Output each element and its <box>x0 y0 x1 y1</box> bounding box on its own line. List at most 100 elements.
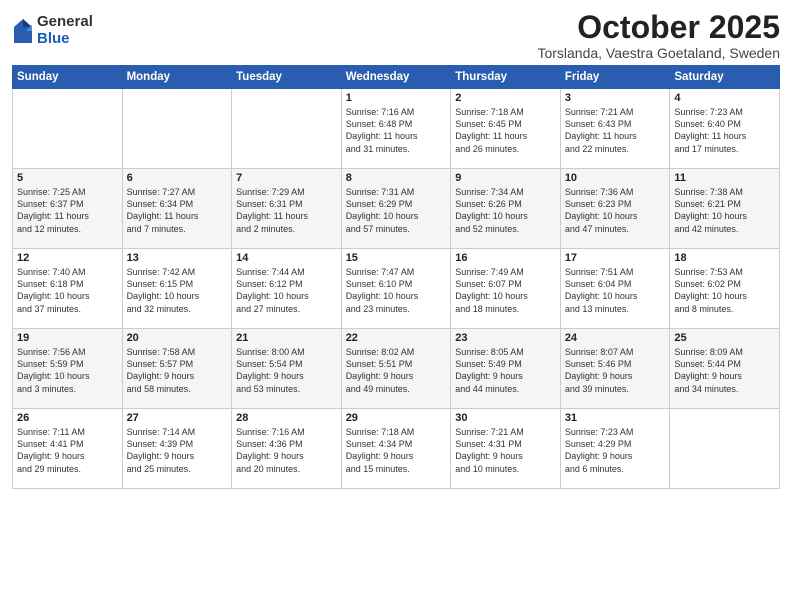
logo: General Blue <box>12 14 93 47</box>
day-info: Sunrise: 7:31 AM Sunset: 6:29 PM Dayligh… <box>346 186 447 235</box>
day-info: Sunrise: 7:11 AM Sunset: 4:41 PM Dayligh… <box>17 426 118 475</box>
day-info: Sunrise: 7:47 AM Sunset: 6:10 PM Dayligh… <box>346 266 447 315</box>
day-number: 4 <box>674 92 775 104</box>
day-info: Sunrise: 8:00 AM Sunset: 5:54 PM Dayligh… <box>236 346 337 395</box>
col-sunday: Sunday <box>13 66 123 89</box>
day-info: Sunrise: 7:51 AM Sunset: 6:04 PM Dayligh… <box>565 266 666 315</box>
calendar-cell: 13 Sunrise: 7:42 AM Sunset: 6:15 PM Dayli… <box>122 249 232 329</box>
day-number: 14 <box>236 252 337 264</box>
day-number: 22 <box>346 332 447 344</box>
calendar-cell: 21 Sunrise: 8:00 AM Sunset: 5:54 PM Dayli… <box>232 329 342 409</box>
day-number: 7 <box>236 172 337 184</box>
calendar-cell: 11 Sunrise: 7:38 AM Sunset: 6:21 PM Dayli… <box>670 169 780 249</box>
calendar-body: 1 Sunrise: 7:16 AM Sunset: 6:48 PM Daylig… <box>13 89 780 489</box>
day-info: Sunrise: 7:21 AM Sunset: 6:43 PM Dayligh… <box>565 106 666 155</box>
day-info: Sunrise: 7:44 AM Sunset: 6:12 PM Dayligh… <box>236 266 337 315</box>
calendar-cell: 6Sunrise: 7:27 AM Sunset: 6:34 PM Daylig… <box>122 169 232 249</box>
day-number: 21 <box>236 332 337 344</box>
calendar-cell: 7 Sunrise: 7:29 AM Sunset: 6:31 PM Daylig… <box>232 169 342 249</box>
day-info: Sunrise: 8:07 AM Sunset: 5:46 PM Dayligh… <box>565 346 666 395</box>
calendar-cell: 8Sunrise: 7:31 AM Sunset: 6:29 PM Daylig… <box>341 169 451 249</box>
calendar-week-1: 1 Sunrise: 7:16 AM Sunset: 6:48 PM Daylig… <box>13 89 780 169</box>
calendar-cell <box>122 89 232 169</box>
calendar-cell: 27Sunrise: 7:14 AM Sunset: 4:39 PM Dayli… <box>122 409 232 489</box>
day-number: 5 <box>17 172 118 184</box>
day-number: 1 <box>346 92 447 104</box>
calendar-header: Sunday Monday Tuesday Wednesday Thursday… <box>13 66 780 89</box>
calendar-cell: 16 Sunrise: 7:49 AM Sunset: 6:07 PM Dayli… <box>451 249 561 329</box>
day-info: Sunrise: 7:16 AM Sunset: 4:36 PM Dayligh… <box>236 426 337 475</box>
day-number: 9 <box>455 172 556 184</box>
calendar-week-5: 26Sunrise: 7:11 AM Sunset: 4:41 PM Dayli… <box>13 409 780 489</box>
days-of-week-row: Sunday Monday Tuesday Wednesday Thursday… <box>13 66 780 89</box>
calendar-cell: 15Sunrise: 7:47 AM Sunset: 6:10 PM Dayli… <box>341 249 451 329</box>
calendar-cell: 2 Sunrise: 7:18 AM Sunset: 6:45 PM Daylig… <box>451 89 561 169</box>
day-number: 18 <box>674 252 775 264</box>
day-number: 16 <box>455 252 556 264</box>
day-info: Sunrise: 7:23 AM Sunset: 4:29 PM Dayligh… <box>565 426 666 475</box>
day-number: 19 <box>17 332 118 344</box>
day-number: 29 <box>346 412 447 424</box>
calendar-cell: 19 Sunrise: 7:56 AM Sunset: 5:59 PM Dayli… <box>13 329 123 409</box>
day-number: 17 <box>565 252 666 264</box>
day-info: Sunrise: 7:40 AM Sunset: 6:18 PM Dayligh… <box>17 266 118 315</box>
col-thursday: Thursday <box>451 66 561 89</box>
calendar-cell: 30 Sunrise: 7:21 AM Sunset: 4:31 PM Dayli… <box>451 409 561 489</box>
day-info: Sunrise: 7:21 AM Sunset: 4:31 PM Dayligh… <box>455 426 556 475</box>
calendar-cell: 10 Sunrise: 7:36 AM Sunset: 6:23 PM Dayli… <box>560 169 670 249</box>
day-number: 24 <box>565 332 666 344</box>
day-info: Sunrise: 7:42 AM Sunset: 6:15 PM Dayligh… <box>127 266 228 315</box>
calendar-cell <box>232 89 342 169</box>
day-info: Sunrise: 7:58 AM Sunset: 5:57 PM Dayligh… <box>127 346 228 395</box>
day-info: Sunrise: 7:23 AM Sunset: 6:40 PM Dayligh… <box>674 106 775 155</box>
calendar-cell: 29Sunrise: 7:18 AM Sunset: 4:34 PM Dayli… <box>341 409 451 489</box>
month-title: October 2025 <box>537 10 780 45</box>
logo-text: General Blue <box>37 14 93 47</box>
day-number: 23 <box>455 332 556 344</box>
calendar-cell: 26Sunrise: 7:11 AM Sunset: 4:41 PM Dayli… <box>13 409 123 489</box>
day-info: Sunrise: 7:38 AM Sunset: 6:21 PM Dayligh… <box>674 186 775 235</box>
day-info: Sunrise: 7:34 AM Sunset: 6:26 PM Dayligh… <box>455 186 556 235</box>
day-info: Sunrise: 7:29 AM Sunset: 6:31 PM Dayligh… <box>236 186 337 235</box>
day-number: 6 <box>127 172 228 184</box>
day-number: 27 <box>127 412 228 424</box>
logo-general: General <box>37 14 93 31</box>
title-block: October 2025 Torslanda, Vaestra Goetalan… <box>537 10 780 61</box>
col-monday: Monday <box>122 66 232 89</box>
day-number: 20 <box>127 332 228 344</box>
calendar-week-4: 19 Sunrise: 7:56 AM Sunset: 5:59 PM Dayli… <box>13 329 780 409</box>
day-number: 11 <box>674 172 775 184</box>
calendar-cell: 23Sunrise: 8:05 AM Sunset: 5:49 PM Dayli… <box>451 329 561 409</box>
calendar-cell: 14 Sunrise: 7:44 AM Sunset: 6:12 PM Dayli… <box>232 249 342 329</box>
day-number: 13 <box>127 252 228 264</box>
day-number: 3 <box>565 92 666 104</box>
calendar-cell: 18Sunrise: 7:53 AM Sunset: 6:02 PM Dayli… <box>670 249 780 329</box>
day-info: Sunrise: 8:09 AM Sunset: 5:44 PM Dayligh… <box>674 346 775 395</box>
col-wednesday: Wednesday <box>341 66 451 89</box>
col-friday: Friday <box>560 66 670 89</box>
calendar-cell: 20 Sunrise: 7:58 AM Sunset: 5:57 PM Dayli… <box>122 329 232 409</box>
calendar-cell: 22 Sunrise: 8:02 AM Sunset: 5:51 PM Dayli… <box>341 329 451 409</box>
calendar-cell: 28Sunrise: 7:16 AM Sunset: 4:36 PM Dayli… <box>232 409 342 489</box>
day-info: Sunrise: 7:18 AM Sunset: 6:45 PM Dayligh… <box>455 106 556 155</box>
day-number: 2 <box>455 92 556 104</box>
calendar-table: Sunday Monday Tuesday Wednesday Thursday… <box>12 65 780 489</box>
calendar-cell: 5Sunrise: 7:25 AM Sunset: 6:37 PM Daylig… <box>13 169 123 249</box>
day-number: 30 <box>455 412 556 424</box>
calendar-cell: 31Sunrise: 7:23 AM Sunset: 4:29 PM Dayli… <box>560 409 670 489</box>
day-number: 10 <box>565 172 666 184</box>
day-info: Sunrise: 7:49 AM Sunset: 6:07 PM Dayligh… <box>455 266 556 315</box>
day-info: Sunrise: 7:16 AM Sunset: 6:48 PM Dayligh… <box>346 106 447 155</box>
calendar-cell: 1 Sunrise: 7:16 AM Sunset: 6:48 PM Daylig… <box>341 89 451 169</box>
calendar-cell: 3 Sunrise: 7:21 AM Sunset: 6:43 PM Daylig… <box>560 89 670 169</box>
day-info: Sunrise: 8:02 AM Sunset: 5:51 PM Dayligh… <box>346 346 447 395</box>
day-info: Sunrise: 7:36 AM Sunset: 6:23 PM Dayligh… <box>565 186 666 235</box>
calendar-cell <box>13 89 123 169</box>
day-info: Sunrise: 7:56 AM Sunset: 5:59 PM Dayligh… <box>17 346 118 395</box>
calendar-week-3: 12Sunrise: 7:40 AM Sunset: 6:18 PM Dayli… <box>13 249 780 329</box>
calendar-cell: 12Sunrise: 7:40 AM Sunset: 6:18 PM Dayli… <box>13 249 123 329</box>
logo-blue: Blue <box>37 31 93 48</box>
col-saturday: Saturday <box>670 66 780 89</box>
page-container: General Blue October 2025 Torslanda, Vae… <box>0 0 792 497</box>
logo-icon <box>12 17 34 45</box>
